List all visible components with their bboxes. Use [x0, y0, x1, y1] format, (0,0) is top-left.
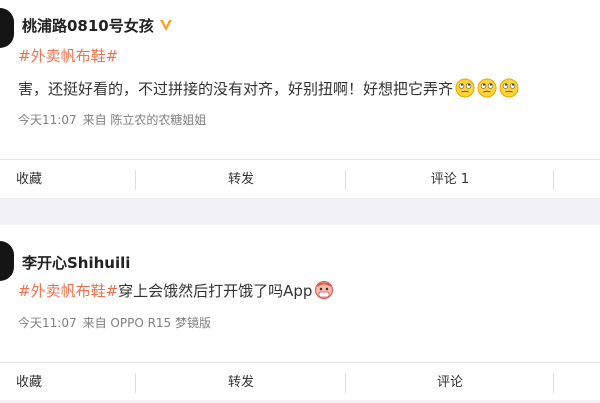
favorite-label: 收藏: [16, 375, 43, 390]
like-button[interactable]: [554, 363, 600, 403]
like-button[interactable]: [554, 160, 600, 200]
comment-label: 评论 1: [430, 172, 470, 187]
eye-roll-emoji-icon: [455, 78, 475, 98]
post-meta: 今天11:07 来自 陈立农的农糖姐姐: [18, 111, 206, 128]
eye-roll-emoji-icon: [477, 78, 497, 98]
comment-label: 评论: [436, 375, 463, 390]
post-text: 害，还挺好看的，不过拼接的没有对齐，好别扭啊！好想把它弄齐: [18, 78, 600, 100]
comment-button[interactable]: 评论: [346, 363, 554, 403]
post-meta: 今天11:07 来自 OPPO R15 梦镜版: [18, 314, 211, 331]
repost-button[interactable]: 转发: [136, 160, 346, 200]
post-time[interactable]: 今天11:07: [18, 316, 77, 330]
favorite-button[interactable]: 收藏: [0, 160, 136, 200]
post-source[interactable]: 来自 OPPO R15 梦镜版: [83, 316, 211, 330]
topic-link[interactable]: #外卖帆布鞋#: [18, 282, 118, 300]
post-text: #外卖帆布鞋#穿上会饿然后打开饿了吗App: [18, 280, 600, 302]
username[interactable]: 桃浦路0810号女孩: [22, 17, 154, 35]
favorite-label: 收藏: [16, 172, 43, 187]
post-body: 害，还挺好看的，不过拼接的没有对齐，好别扭啊！好想把它弄齐: [18, 80, 454, 98]
eye-roll-emoji-icon: [499, 78, 519, 98]
post-time[interactable]: 今天11:07: [18, 113, 77, 127]
post-source[interactable]: 来自 陈立农的农糖姐姐: [83, 113, 207, 127]
repost-label: 转发: [227, 172, 254, 187]
topic-link[interactable]: #外卖帆布鞋#: [18, 47, 118, 65]
username-row: 桃浦路0810号女孩: [22, 15, 174, 36]
username[interactable]: 李开心Shihuili: [22, 254, 130, 272]
post-topic-line: #外卖帆布鞋#: [18, 45, 600, 67]
avatar[interactable]: [0, 241, 14, 281]
repost-button[interactable]: 转发: [136, 363, 346, 403]
repost-label: 转发: [227, 375, 254, 390]
action-bar: 收藏 转发 评论: [0, 362, 600, 403]
post-card: 桃浦路0810号女孩 #外卖帆布鞋# 害，还挺好看的，不过拼接的没有对齐，好别扭…: [0, 0, 600, 198]
comment-button[interactable]: 评论 1: [346, 160, 554, 200]
post-card: 李开心Shihuili #外卖帆布鞋#穿上会饿然后打开饿了吗App 今天11:0…: [0, 225, 600, 400]
mask-face-emoji-icon: [315, 281, 334, 299]
favorite-button[interactable]: 收藏: [0, 363, 136, 403]
verified-badge-icon: [159, 20, 172, 31]
post-body: 穿上会饿然后打开饿了吗App: [118, 282, 313, 300]
username-row: 李开心Shihuili: [22, 252, 130, 273]
avatar[interactable]: [0, 8, 14, 48]
action-bar: 收藏 转发 评论 1: [0, 159, 600, 200]
